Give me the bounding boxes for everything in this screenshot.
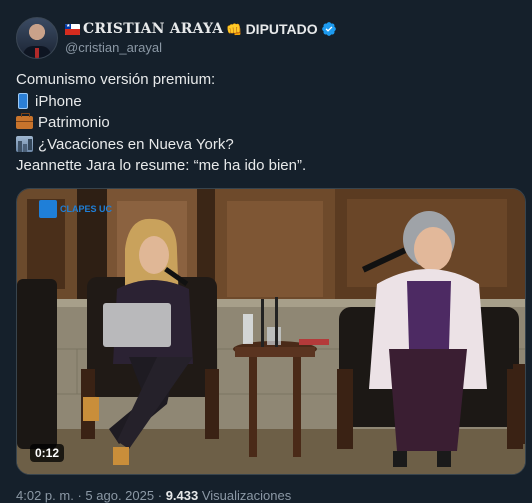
views-label: Visualizaciones: [201, 488, 292, 503]
watermark-logo-icon: [39, 200, 57, 218]
list-item: ¿Vacaciones en Nueva York?: [16, 134, 516, 156]
display-title[interactable]: DIPUTADO: [246, 21, 318, 37]
city-icon: [16, 136, 33, 153]
tweet-time[interactable]: 4:02 p. m.: [16, 488, 74, 503]
video-watermark: CLAPES UC: [39, 200, 112, 218]
video-player[interactable]: CLAPES UC 0:12: [16, 188, 526, 475]
briefcase-icon: [16, 113, 33, 130]
tweet: ★ CRISTIAN ARAYA 👊 DIPUTADO @cristian_ar…: [0, 0, 532, 503]
tweet-text: Comunismo versión premium: iPhone Patrim…: [16, 69, 516, 177]
meta-separator: ·: [157, 488, 163, 503]
watermark-text: CLAPES UC: [60, 203, 113, 214]
views-count: 9.433: [165, 488, 199, 503]
list-item: iPhone: [16, 91, 516, 113]
list-item-label: ¿Vacaciones en Nueva York?: [38, 135, 234, 153]
list-item-label: iPhone: [35, 92, 82, 110]
display-name[interactable]: CRISTIAN ARAYA: [83, 21, 223, 37]
tweet-date[interactable]: 5 ago. 2025: [85, 488, 154, 503]
fist-icon: 👊: [226, 21, 243, 37]
author-names: ★ CRISTIAN ARAYA 👊 DIPUTADO @cristian_ar…: [65, 19, 337, 57]
list-item: Patrimonio: [16, 112, 516, 134]
handle[interactable]: @cristian_arayal: [65, 39, 337, 57]
phone-icon: [18, 93, 28, 110]
chile-flag-icon: ★: [65, 23, 80, 35]
list-item-label: Patrimonio: [38, 114, 110, 131]
video-duration: 0:12: [30, 444, 65, 462]
avatar-tie: [35, 48, 39, 58]
text-line: Comunismo versión premium:: [16, 71, 216, 88]
tweet-meta: 4:02 p. m. · 5 ago. 2025 · 9.433 Visuali…: [16, 488, 291, 503]
tweet-header: ★ CRISTIAN ARAYA 👊 DIPUTADO @cristian_ar…: [16, 16, 337, 60]
verified-icon: [321, 22, 336, 36]
avatar[interactable]: [16, 17, 58, 59]
text-line: Jeannette Jara lo resume: “me ha ido bie…: [16, 157, 307, 174]
meta-separator: ·: [77, 488, 82, 503]
display-name-row[interactable]: ★ CRISTIAN ARAYA 👊 DIPUTADO: [65, 19, 337, 39]
video-frame: [17, 189, 525, 474]
